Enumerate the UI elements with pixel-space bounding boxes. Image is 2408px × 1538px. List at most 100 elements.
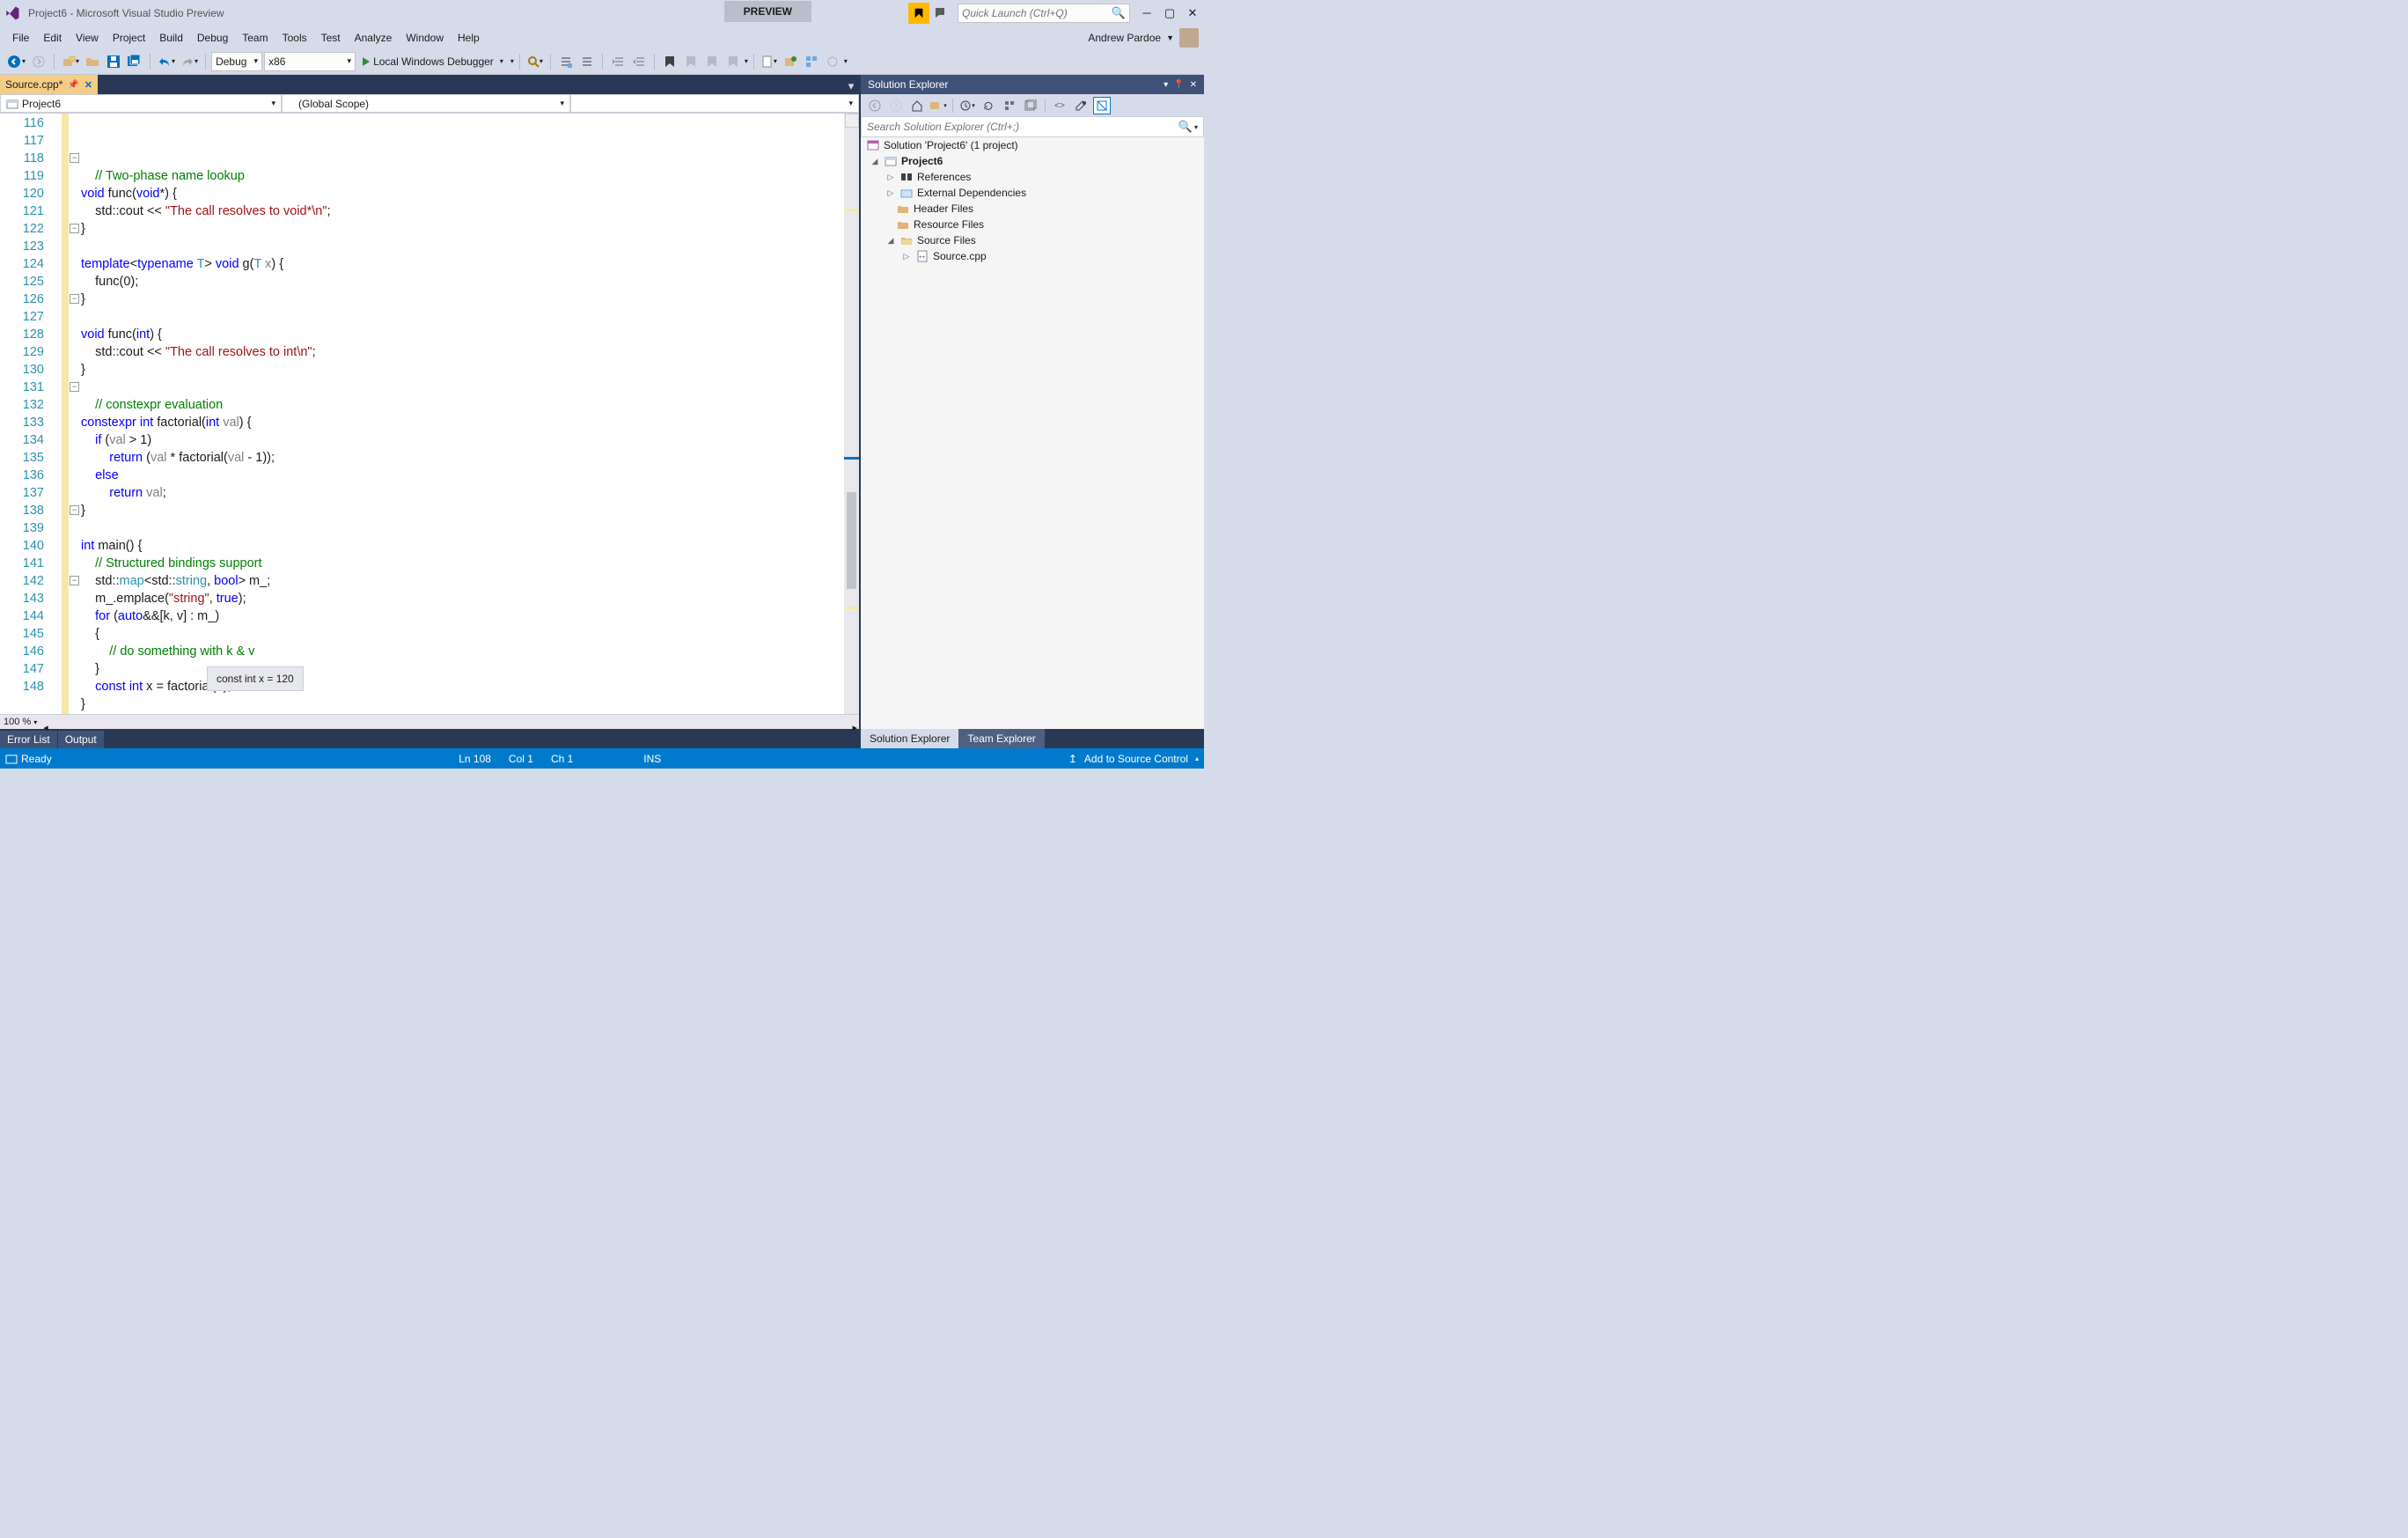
menu-team[interactable]: Team [235, 26, 275, 48]
window-title: Project6 - Microsoft Visual Studio Previ… [25, 7, 724, 19]
nav-project-combo[interactable]: Project6 ▾ [0, 94, 282, 113]
code-editor[interactable]: 1161171181191201211221231241251261271281… [0, 114, 859, 714]
tab-error-list[interactable]: Error List [0, 731, 57, 748]
find-button[interactable]: ▾ [525, 52, 545, 71]
expander-icon[interactable]: ▷ [885, 172, 896, 182]
close-button[interactable]: ✕ [1181, 2, 1204, 25]
sync-icon[interactable]: ▾ [929, 97, 947, 114]
source-control-button[interactable]: ↥ Add to Source Control ▴ [1068, 753, 1199, 765]
menu-analyze[interactable]: Analyze [348, 26, 400, 48]
expander-icon[interactable]: ◢ [870, 156, 880, 166]
menu-tools[interactable]: Tools [275, 26, 314, 48]
search-icon[interactable]: 🔍 [1112, 6, 1126, 20]
menu-view[interactable]: View [69, 26, 106, 48]
expander-icon[interactable]: ◢ [885, 235, 896, 246]
feedback-send-icon[interactable] [929, 2, 952, 25]
tree-project[interactable]: ◢ Project6 [861, 153, 1204, 169]
tree-external[interactable]: ▷ External Dependencies [861, 185, 1204, 201]
new-file-button[interactable]: ▾ [760, 52, 779, 71]
solution-search-input[interactable] [867, 121, 1178, 133]
expander-icon[interactable]: ▷ [901, 251, 912, 261]
toolbar-overflow3-icon[interactable]: ▾ [844, 57, 848, 65]
nav-back-button[interactable]: ▾ [5, 52, 27, 71]
config-combo[interactable]: Debug▾ [211, 52, 262, 71]
menu-debug[interactable]: Debug [190, 26, 235, 48]
class-view-button[interactable] [802, 52, 821, 71]
expander-icon[interactable]: ▷ [885, 188, 896, 198]
split-handle-icon[interactable] [845, 114, 859, 128]
pin-icon[interactable]: 📌 [68, 80, 78, 90]
menu-edit[interactable]: Edit [36, 26, 69, 48]
save-button[interactable] [104, 52, 123, 71]
bookmark-button[interactable] [660, 52, 679, 71]
project-icon [884, 155, 898, 167]
close-tab-icon[interactable]: ✕ [84, 79, 92, 91]
new-project-button[interactable]: ▾ [60, 52, 81, 71]
extensions-button [823, 52, 842, 71]
forward-icon[interactable] [887, 97, 905, 114]
tab-team-explorer[interactable]: Team Explorer [958, 729, 1044, 748]
start-debug-button[interactable]: Local Windows Debugger▾ [357, 55, 509, 68]
panel-close-icon[interactable]: ✕ [1190, 80, 1197, 90]
cpp-file-icon: ++ [915, 250, 929, 262]
vertical-scrollbar[interactable] [844, 114, 859, 714]
toolbar-overflow2-icon[interactable]: ▾ [745, 57, 748, 65]
uncomment-button[interactable] [577, 52, 597, 71]
add-class-button[interactable] [781, 52, 800, 71]
nav-scope-combo[interactable]: (Global Scope) ▾ [282, 94, 570, 113]
showall-icon[interactable] [1022, 97, 1039, 114]
save-all-button[interactable] [125, 52, 144, 71]
avatar[interactable] [1179, 28, 1199, 48]
platform-combo[interactable]: x86▾ [264, 52, 356, 71]
toolbar-overflow-icon[interactable]: ▾ [510, 57, 514, 65]
tree-source-files[interactable]: ◢ Source Files [861, 232, 1204, 248]
comment-button[interactable] [556, 52, 576, 71]
restore-button[interactable]: ▢ [1158, 2, 1181, 25]
tree-source-cpp[interactable]: ▷ ++ Source.cpp [861, 248, 1204, 264]
open-file-button[interactable] [83, 52, 102, 71]
tab-overflow-icon[interactable]: ▾ [843, 78, 859, 94]
menu-file[interactable]: File [5, 26, 36, 48]
indent-button[interactable] [608, 52, 628, 71]
nav-forward-button[interactable] [29, 52, 48, 71]
properties-icon[interactable] [1072, 97, 1090, 114]
menu-window[interactable]: Window [399, 26, 451, 48]
user-area[interactable]: Andrew Pardoe ▼ [1088, 26, 1204, 48]
feedback-flag-icon[interactable] [908, 3, 929, 24]
menu-help[interactable]: Help [451, 26, 487, 48]
tab-solution-explorer[interactable]: Solution Explorer [861, 729, 958, 748]
pending-icon[interactable]: ▾ [958, 97, 976, 114]
home-icon[interactable] [908, 97, 926, 114]
panel-pin-icon[interactable]: 📍 [1173, 80, 1184, 90]
minimize-button[interactable]: ─ [1135, 2, 1158, 25]
collapse-icon[interactable] [1001, 97, 1018, 114]
menu-test[interactable]: Test [314, 26, 348, 48]
panel-title-bar[interactable]: Solution Explorer ▾ 📍 ✕ [861, 75, 1204, 94]
menu-build[interactable]: Build [152, 26, 190, 48]
tree-solution[interactable]: Solution 'Project6' (1 project) [861, 137, 1204, 153]
quick-launch-box[interactable]: 🔍 [958, 4, 1130, 23]
solution-search-box[interactable]: 🔍▾ [861, 116, 1204, 137]
outdent-button[interactable] [629, 52, 649, 71]
references-icon [899, 171, 914, 183]
tree-references[interactable]: ▷ References [861, 169, 1204, 185]
undo-button[interactable]: ▾ [156, 52, 177, 71]
zoom-combo[interactable]: 100 %▾ [0, 717, 40, 727]
code-area[interactable]: // Two-phase name lookupvoid func(void*)… [81, 114, 844, 714]
fold-margin[interactable]: −−−−−− [69, 114, 81, 714]
nav-member-combo[interactable]: ▾ [570, 94, 859, 113]
panel-dropdown-icon[interactable]: ▾ [1164, 80, 1168, 90]
search-icon[interactable]: 🔍 [1178, 120, 1193, 134]
solution-tree[interactable]: Solution 'Project6' (1 project) ◢ Projec… [861, 137, 1204, 729]
menu-project[interactable]: Project [106, 26, 152, 48]
file-tab-source[interactable]: Source.cpp* 📌 ✕ [0, 75, 98, 94]
refresh-icon[interactable] [980, 97, 997, 114]
tree-header-files[interactable]: Header Files [861, 201, 1204, 217]
dropdown-caret-icon[interactable]: ▼ [1166, 33, 1174, 42]
redo-button[interactable]: ▾ [179, 52, 200, 71]
code-icon[interactable]: <> [1051, 97, 1068, 114]
back-icon[interactable] [866, 97, 884, 114]
tree-resource-files[interactable]: Resource Files [861, 217, 1204, 232]
quick-launch-input[interactable] [962, 7, 1112, 19]
preview-icon[interactable] [1093, 97, 1111, 114]
